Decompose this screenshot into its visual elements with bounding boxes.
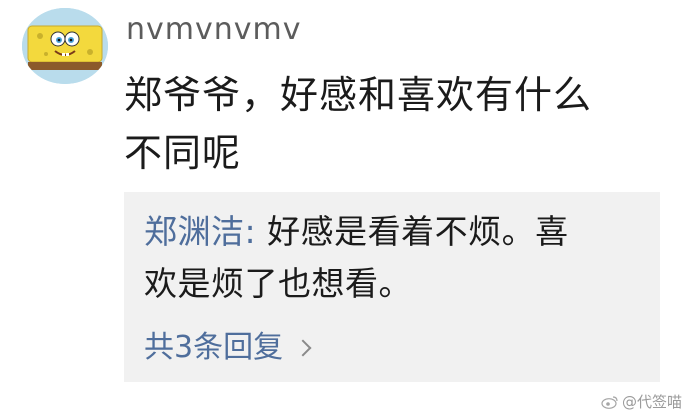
reply-count-label: 共3条回复 xyxy=(144,330,284,365)
watermark-text: @代签喵 xyxy=(621,393,682,411)
view-all-replies-link[interactable]: 共3条回复 xyxy=(144,326,312,370)
spongebob-avatar-icon xyxy=(22,8,108,84)
chevron-right-icon xyxy=(294,339,312,357)
user-avatar[interactable] xyxy=(22,8,108,84)
reply-text: 郑渊洁: 好感是看着不烦。喜欢是烦了也想看。 xyxy=(144,206,650,310)
reply-author-separator: : xyxy=(244,212,268,251)
weibo-logo-icon xyxy=(601,395,618,409)
comment-username[interactable]: nvmvnvmv xyxy=(126,10,302,50)
reply-text-line2: 欢是烦了也想看。 xyxy=(144,264,412,303)
comment-card: nvmvnvmv 郑爷爷，好感和喜欢有什么 不同呢 郑渊洁: 好感是看着不烦。喜欢… xyxy=(0,0,690,416)
reply-text-line1: 好感是看着不烦。喜 xyxy=(267,212,569,251)
reply-author-name[interactable]: 郑渊洁 xyxy=(144,212,245,251)
comment-text-line2: 不同呢 xyxy=(124,131,242,175)
comment-text: 郑爷爷，好感和喜欢有什么 不同呢 xyxy=(124,66,664,182)
watermark: @代签喵 xyxy=(601,391,682,412)
comment-text-line1: 郑爷爷，好感和喜欢有什么 xyxy=(124,73,593,117)
reply-preview-box[interactable]: 郑渊洁: 好感是看着不烦。喜欢是烦了也想看。 共3条回复 xyxy=(124,192,660,382)
